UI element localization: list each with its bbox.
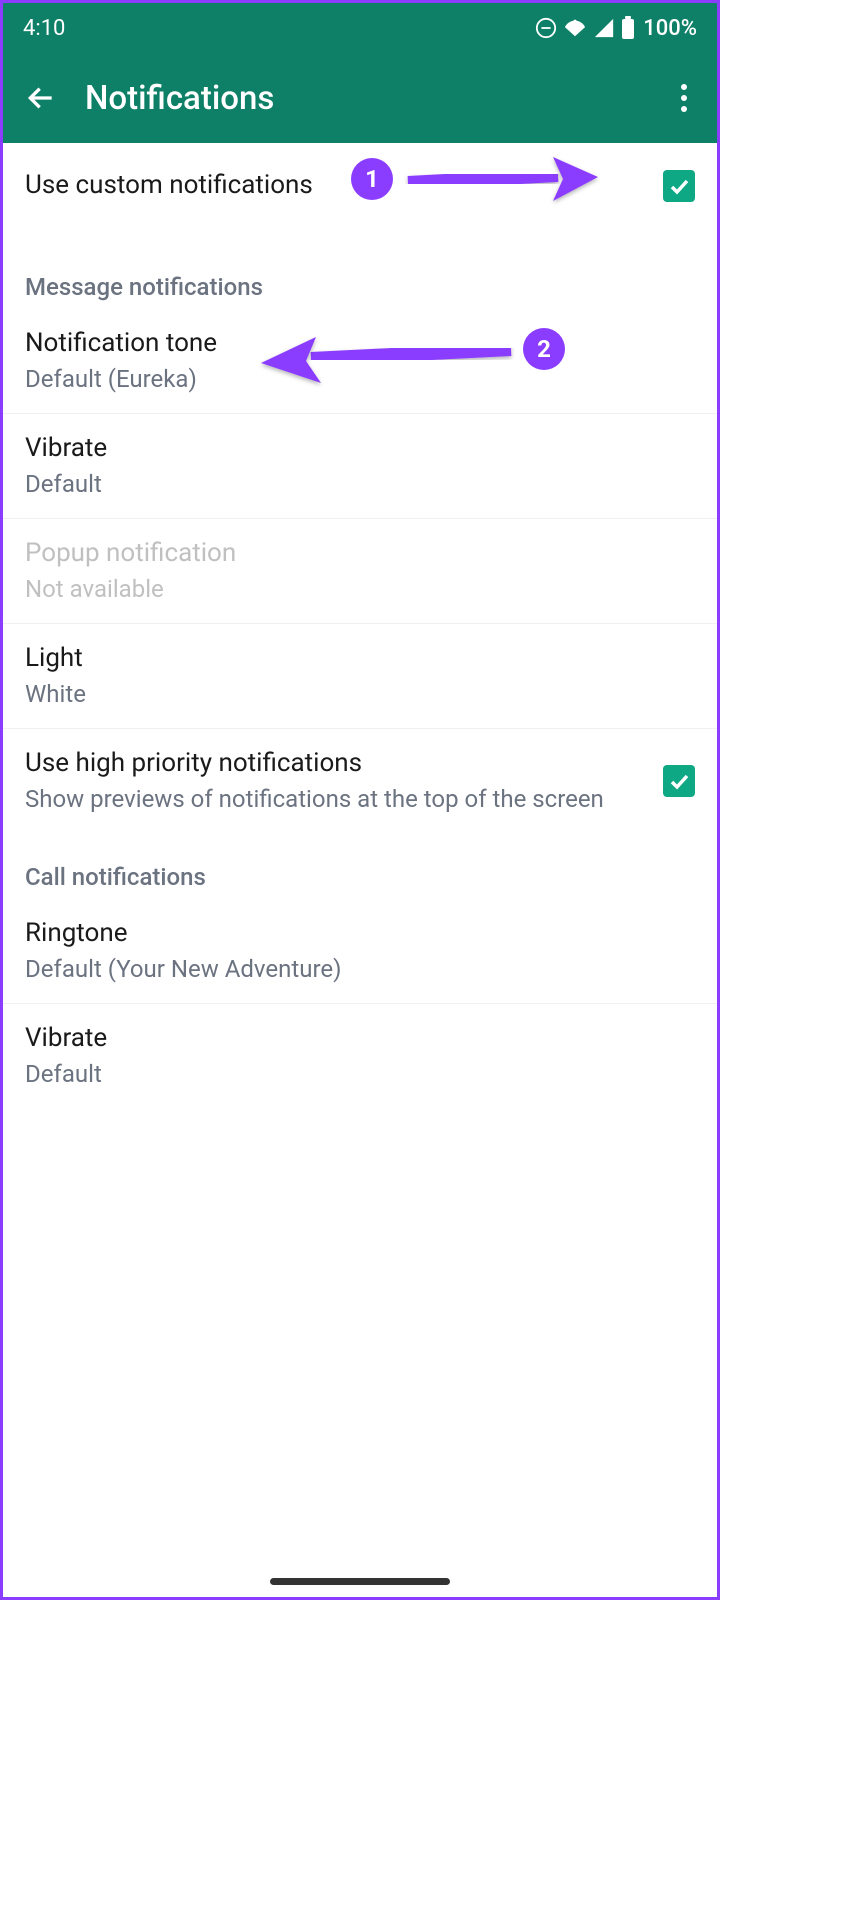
message-notifications-header: Message notifications bbox=[3, 243, 717, 309]
call-vibrate-row[interactable]: Vibrate Default bbox=[3, 1004, 717, 1108]
status-time: 4:10 bbox=[23, 16, 65, 41]
light-label: Light bbox=[25, 642, 695, 676]
call-notifications-header: Call notifications bbox=[3, 833, 717, 899]
annotation-arrow-2 bbox=[251, 321, 521, 391]
status-bar: 4:10 100% bbox=[3, 3, 717, 53]
call-vibrate-label: Vibrate bbox=[25, 1022, 695, 1056]
light-row[interactable]: Light White bbox=[3, 624, 717, 729]
wifi-icon bbox=[563, 17, 587, 39]
custom-notifications-checkbox[interactable] bbox=[663, 170, 695, 202]
settings-list: Use custom notifications Message notific… bbox=[3, 143, 717, 1108]
annotation-arrow-1 bbox=[398, 153, 608, 213]
app-bar: Notifications bbox=[3, 53, 717, 143]
page-title: Notifications bbox=[85, 79, 669, 118]
ringtone-value: Default (Your New Adventure) bbox=[25, 954, 695, 985]
back-button[interactable] bbox=[21, 78, 61, 118]
high-priority-row[interactable]: Use high priority notifications Show pre… bbox=[3, 729, 717, 833]
status-icons: 100% bbox=[535, 16, 697, 41]
check-icon bbox=[667, 174, 691, 198]
ringtone-label: Ringtone bbox=[25, 917, 695, 951]
vibrate-row[interactable]: Vibrate Default bbox=[3, 414, 717, 519]
popup-notification-row: Popup notification Not available bbox=[3, 519, 717, 624]
popup-label: Popup notification bbox=[25, 537, 695, 571]
vibrate-value: Default bbox=[25, 469, 695, 500]
call-vibrate-value: Default bbox=[25, 1059, 695, 1090]
vibrate-label: Vibrate bbox=[25, 432, 695, 466]
popup-value: Not available bbox=[25, 574, 695, 605]
arrow-back-icon bbox=[25, 82, 57, 114]
dnd-icon bbox=[535, 17, 557, 39]
battery-icon bbox=[621, 16, 635, 40]
check-icon bbox=[667, 769, 691, 793]
high-priority-subtitle: Show previews of notifications at the to… bbox=[25, 784, 663, 815]
navigation-handle[interactable] bbox=[270, 1578, 450, 1585]
signal-icon bbox=[593, 17, 615, 39]
annotation-badge-1: 1 bbox=[351, 158, 393, 200]
ringtone-row[interactable]: Ringtone Default (Your New Adventure) bbox=[3, 899, 717, 1004]
high-priority-checkbox[interactable] bbox=[663, 765, 695, 797]
more-options-button[interactable] bbox=[669, 78, 699, 118]
battery-percent: 100% bbox=[643, 16, 697, 41]
light-value: White bbox=[25, 679, 695, 710]
high-priority-label: Use high priority notifications bbox=[25, 747, 663, 781]
annotation-badge-2: 2 bbox=[523, 328, 565, 370]
more-vert-icon bbox=[681, 84, 687, 112]
